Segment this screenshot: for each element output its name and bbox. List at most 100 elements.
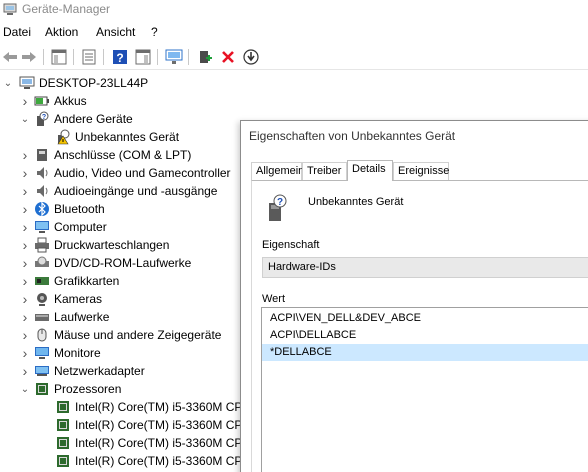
tree-item-label: Audio, Video und Gamecontroller [54, 166, 231, 180]
tree-item-label: Grafikkarten [54, 274, 120, 288]
computer-icon [35, 221, 49, 233]
chevron-right-icon[interactable]: › [20, 362, 30, 380]
toolbar-separator [103, 49, 104, 65]
menu-aktion[interactable]: Aktion [45, 25, 78, 39]
tree-item-kameras[interactable]: › Kameras [20, 290, 102, 308]
download-arrow-icon[interactable] [242, 48, 260, 66]
tree-item-label: Intel(R) Core(TM) i5-3360M CPU [75, 436, 252, 450]
tree-item-druckwarteschlangen[interactable]: › Druckwarteschlangen [20, 236, 170, 254]
svg-text:?: ? [116, 51, 123, 65]
menu-help[interactable]: ? [151, 25, 158, 39]
tree-item-audio-video[interactable]: › Audio, Video und Gamecontroller [20, 164, 231, 182]
tree-item-maeuse[interactable]: › Mäuse und andere Zeigegeräte [20, 326, 222, 344]
tree-item-label: Laufwerke [54, 310, 110, 324]
menu-datei[interactable]: Datei [3, 25, 31, 39]
processor-icon [57, 401, 69, 413]
back-arrow-icon[interactable] [1, 48, 19, 66]
tree-item-computer[interactable]: › Computer [20, 218, 107, 236]
tree-item-bluetooth[interactable]: › Bluetooth [20, 200, 105, 218]
unknown-device-large-icon: ? [269, 194, 287, 221]
help-icon[interactable]: ? [111, 48, 129, 66]
forward-arrow-icon[interactable] [20, 48, 38, 66]
chevron-down-icon[interactable]: ⌄ [3, 74, 13, 92]
monitor-icon [35, 347, 49, 359]
tree-item-label: Audioeingänge und -ausgänge [54, 184, 218, 198]
processor-icon [57, 455, 69, 467]
tree-item-netzwerkadapter[interactable]: › Netzwerkadapter [20, 362, 145, 380]
chevron-right-icon[interactable]: › [20, 344, 30, 362]
chevron-right-icon[interactable]: › [20, 182, 30, 200]
tab-treiber[interactable]: Treiber [302, 162, 347, 180]
tree-item-label: DVD/CD-ROM-Laufwerke [54, 256, 192, 270]
tree-root[interactable]: ⌄ DESKTOP-23LL44P [3, 74, 148, 92]
value-item[interactable]: ACPI\DELLABCE [262, 327, 588, 344]
uninstall-x-icon[interactable] [219, 48, 237, 66]
chevron-right-icon[interactable]: › [20, 218, 30, 236]
window-title: Geräte-Manager [22, 2, 111, 16]
tree-item-cpu-4[interactable]: Intel(R) Core(TM) i5-3360M CPU [41, 452, 251, 470]
monitor-scan-icon[interactable] [165, 48, 183, 66]
menu-ansicht[interactable]: Ansicht [96, 25, 135, 39]
chevron-right-icon[interactable]: › [20, 146, 30, 164]
disc-drive-icon [35, 256, 49, 267]
speaker-icon [37, 185, 48, 197]
action-pane-icon[interactable] [134, 48, 152, 66]
add-driver-icon[interactable] [196, 48, 214, 66]
tree-item-akkus[interactable]: › Akkus [20, 92, 87, 110]
tree-item-cpu-2[interactable]: Intel(R) Core(TM) i5-3360M CPU [41, 416, 251, 434]
battery-icon [34, 96, 49, 106]
toolbar: ? [0, 44, 588, 70]
tab-details[interactable]: Details [347, 160, 393, 181]
device-name: Unbekanntes Gerät [308, 196, 404, 208]
value-label: Wert [262, 293, 286, 305]
tree-item-monitore[interactable]: › Monitore [20, 344, 101, 362]
properties-dialog: Eigenschaften von Unbekanntes Gerät Allg… [240, 120, 588, 472]
tree-item-audioeingaenge[interactable]: › Audioeingänge und -ausgänge [20, 182, 218, 200]
chevron-right-icon[interactable]: › [20, 272, 30, 290]
port-icon [37, 149, 47, 161]
chevron-right-icon[interactable]: › [20, 254, 30, 272]
chevron-down-icon[interactable]: ⌄ [20, 110, 30, 128]
menu-bar: Datei Aktion Ansicht ? [0, 22, 588, 42]
tree-item-laufwerke[interactable]: › Laufwerke [20, 308, 110, 326]
toolbar-separator [157, 49, 158, 65]
processor-icon [57, 419, 69, 431]
tree-item-andere-geraete[interactable]: ⌄? Andere Geräte [20, 110, 133, 128]
title-bar: Geräte-Manager [0, 0, 588, 20]
tab-allgemein[interactable]: Allgemein [251, 162, 304, 180]
tree-item-grafikkarten[interactable]: › Grafikkarten [20, 272, 120, 290]
tree-item-anschluesse[interactable]: › Anschlüsse (COM & LPT) [20, 146, 192, 164]
tree-item-label: Mäuse und andere Zeigegeräte [54, 328, 222, 342]
property-select[interactable]: Hardware-IDs [262, 257, 588, 278]
value-item-selected[interactable]: *DELLABCE [262, 344, 588, 361]
value-listbox[interactable]: ACPI\VEN_DELL&DEV_ABCE ACPI\DELLABCE *DE… [261, 307, 588, 472]
tree-item-label: Druckwarteschlangen [54, 238, 170, 252]
tab-ereignisse[interactable]: Ereignisse [393, 162, 449, 180]
chevron-right-icon[interactable]: › [20, 164, 30, 182]
tree-item-cpu-1[interactable]: Intel(R) Core(TM) i5-3360M CPU [41, 398, 251, 416]
chevron-right-icon[interactable]: › [20, 308, 30, 326]
speaker-icon [37, 167, 48, 179]
chevron-right-icon[interactable]: › [20, 200, 30, 218]
processor-icon [36, 383, 48, 395]
value-item[interactable]: ACPI\VEN_DELL&DEV_ABCE [262, 310, 588, 327]
toolbar-separator [43, 49, 44, 65]
display-adapter-icon [35, 277, 49, 285]
show-hide-tree-icon[interactable] [50, 48, 68, 66]
chevron-right-icon[interactable]: › [20, 236, 30, 254]
svg-text:?: ? [42, 114, 46, 121]
chevron-right-icon[interactable]: › [20, 326, 30, 344]
network-adapter-icon [35, 366, 49, 376]
tree-item-cpu-3[interactable]: Intel(R) Core(TM) i5-3360M CPU [41, 434, 251, 452]
tree-item-prozessoren[interactable]: ⌄ Prozessoren [20, 380, 122, 398]
tree-item-unbekanntes-geraet[interactable]: Unbekanntes Gerät [41, 128, 179, 146]
property-label: Eigenschaft [262, 239, 320, 251]
computer-root-icon [19, 76, 35, 89]
tree-root-label: DESKTOP-23LL44P [39, 76, 149, 90]
chevron-right-icon[interactable]: › [20, 290, 30, 308]
chevron-right-icon[interactable]: › [20, 92, 30, 110]
chevron-down-icon[interactable]: ⌄ [20, 380, 30, 398]
tree-item-label: Netzwerkadapter [54, 364, 145, 378]
tree-item-dvd-cd-rom[interactable]: › DVD/CD-ROM-Laufwerke [20, 254, 192, 272]
properties-icon[interactable] [80, 48, 98, 66]
